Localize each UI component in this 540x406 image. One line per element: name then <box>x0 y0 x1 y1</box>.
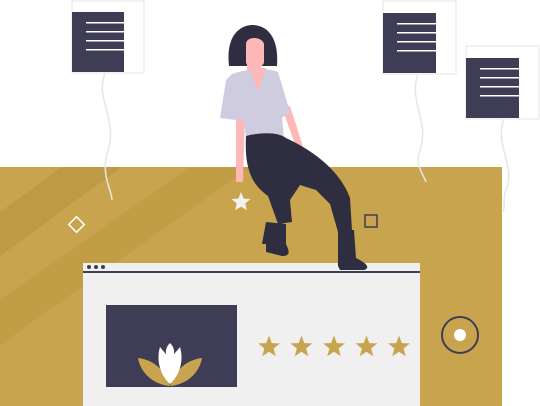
browser-window <box>83 263 420 406</box>
illustration-svg <box>0 0 540 406</box>
window-dot <box>101 265 105 269</box>
window-dot <box>87 265 91 269</box>
illustration-scene <box>0 0 540 406</box>
window-dot <box>94 265 98 269</box>
document-icon <box>382 0 457 183</box>
face <box>246 38 264 68</box>
